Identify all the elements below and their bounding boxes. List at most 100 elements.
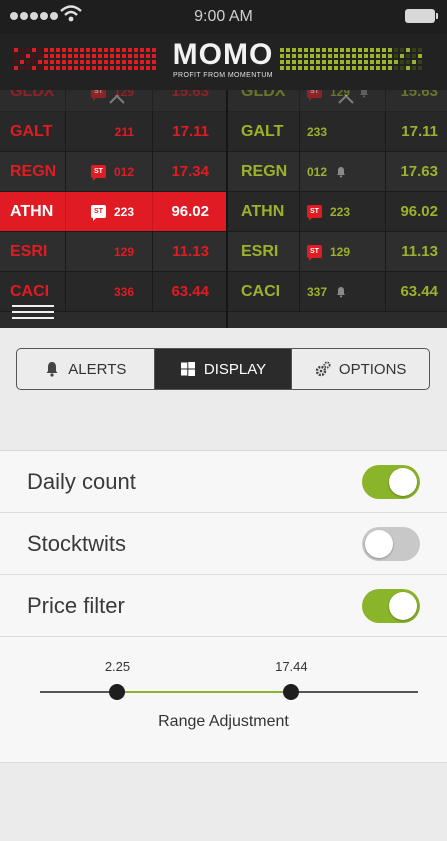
led-dot (340, 48, 344, 52)
led-dot (32, 66, 36, 70)
ticker-symbol: GALT (228, 112, 300, 151)
ticker-row[interactable]: GLDX ST 129 15.63 (228, 90, 447, 112)
led-dot (98, 66, 102, 70)
price-filter-toggle[interactable] (362, 588, 420, 623)
led-dot (346, 54, 350, 58)
app-header: MOMO PROFIT FROM MOMENTUM (0, 34, 447, 90)
led-dot (334, 60, 338, 64)
ticker-row[interactable]: ATHN ST 223 96.02 (0, 192, 226, 232)
ticker-meta: ST 012 (66, 152, 153, 191)
bell-icon (337, 166, 346, 177)
stocktwits-toggle[interactable] (362, 526, 420, 561)
ticker-row[interactable]: GALT 233 17.11 (228, 112, 447, 152)
stocktwits-badge-icon: ST (307, 90, 322, 101)
led-dot (20, 54, 24, 58)
led-dot (316, 60, 320, 64)
setting-stocktwits: Stocktwits (0, 513, 447, 575)
led-dot (68, 66, 72, 70)
hamburger-menu-icon[interactable] (12, 304, 54, 320)
ticker-price: 96.02 (171, 203, 209, 220)
gears-icon (315, 361, 331, 377)
ticker-count: 129 (113, 90, 134, 99)
led-dot (340, 60, 344, 64)
led-dot (310, 60, 314, 64)
led-dot (412, 54, 416, 58)
led-dot (92, 66, 96, 70)
led-dot (418, 48, 422, 52)
led-dot (62, 60, 66, 64)
ticker-symbol: CACI (228, 272, 300, 311)
led-dot (304, 66, 308, 70)
led-dot (14, 60, 18, 64)
led-dot (122, 48, 126, 52)
led-dot (322, 48, 326, 52)
ticker-row[interactable]: REGN ST 012 17.34 (0, 152, 226, 192)
led-dot (358, 66, 362, 70)
ticker-board[interactable]: GLDX ST 129 15.63 GALT 211 17.11 REGN ST 012 17.34… (0, 90, 447, 328)
ticker-price: 11.13 (401, 243, 438, 260)
led-dot (50, 66, 54, 70)
led-dot (418, 54, 422, 58)
led-dot (370, 66, 374, 70)
led-dot (280, 48, 284, 52)
led-dot (80, 48, 84, 52)
ticker-meta: ST 129 (66, 90, 153, 111)
led-dot (292, 66, 296, 70)
ticker-row[interactable]: ESRI 129 11.13 (0, 232, 226, 272)
led-dot (92, 60, 96, 64)
led-dot (32, 60, 36, 64)
led-dot (298, 48, 302, 52)
led-dot (116, 54, 120, 58)
battery-icon (405, 9, 438, 23)
stocktwits-badge-icon: ST (307, 205, 322, 221)
led-dot (412, 60, 416, 64)
ticker-price: 11.13 (172, 243, 209, 260)
price-range-slider: 2.25 17.44 Range Adjustment (0, 637, 447, 763)
led-dot (358, 60, 362, 64)
logo: MOMO PROFIT FROM MOMENTUM (150, 40, 296, 80)
ticker-row[interactable]: ESRI ST 129 11.13 (228, 232, 447, 272)
led-dot (92, 54, 96, 58)
led-dot (104, 54, 108, 58)
daily-count-toggle[interactable] (362, 464, 420, 499)
led-dot (280, 54, 284, 58)
led-dot (116, 60, 120, 64)
led-dot (116, 48, 120, 52)
ticker-row[interactable]: REGN 012 17.63 (228, 152, 447, 192)
settings-area: ALERTS DISPLAY OPTIONS Daily count Stock… (0, 328, 447, 841)
ticker-row[interactable]: ATHN ST 223 96.02 (228, 192, 447, 232)
led-dot (38, 60, 42, 64)
tab-display[interactable]: DISPLAY (154, 349, 293, 389)
range-max-thumb[interactable] (283, 684, 300, 700)
ticker-count: 223 (330, 204, 351, 219)
ticker-row[interactable]: GLDX ST 129 15.63 (0, 90, 226, 112)
led-dot (280, 60, 284, 64)
tab-options-label: OPTIONS (338, 360, 407, 378)
led-dot (322, 60, 326, 64)
led-dot (286, 54, 290, 58)
led-dot (134, 66, 138, 70)
led-dot (328, 54, 332, 58)
led-dot (122, 54, 126, 58)
ticker-row[interactable]: GALT 211 17.11 (0, 112, 226, 152)
tab-options[interactable]: OPTIONS (292, 349, 429, 389)
led-dot (406, 48, 410, 52)
led-dot (104, 60, 108, 64)
ticker-count: 129 (330, 244, 351, 259)
led-dot (26, 60, 30, 64)
led-dot (406, 54, 410, 58)
led-dot (32, 54, 36, 58)
led-dot (382, 48, 386, 52)
toggle-knob (389, 467, 417, 496)
led-dot (322, 66, 326, 70)
led-dot (92, 48, 96, 52)
led-dot (50, 48, 54, 52)
led-dot (128, 66, 132, 70)
range-min-thumb[interactable] (109, 684, 126, 700)
ticker-row[interactable]: CACI 337 63.44 (228, 272, 447, 312)
led-dot (412, 48, 416, 52)
tab-alerts[interactable]: ALERTS (17, 349, 155, 389)
ticker-symbol: GLDX (0, 90, 66, 111)
stocktwits-badge-icon: ST (90, 165, 106, 181)
ticker-meta: 012 (300, 152, 386, 191)
